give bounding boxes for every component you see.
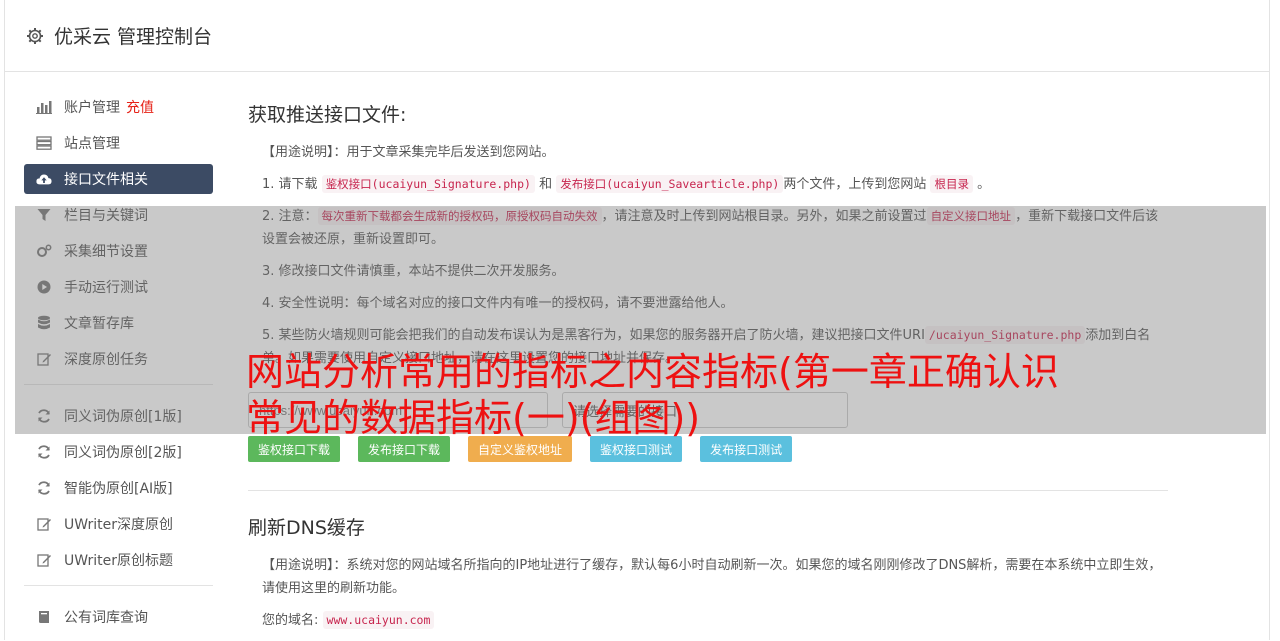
code-savearticle: 发布接口(ucaiyun_Savearticle.php)	[556, 175, 784, 193]
code-signature: 鉴权接口(ucaiyun_Signature.php)	[321, 175, 535, 193]
sidebar-item-label: 接口文件相关	[64, 172, 148, 188]
play-circle-icon	[36, 279, 52, 295]
book-icon	[36, 609, 52, 625]
section-divider	[248, 490, 1168, 491]
text: 5. 某些防火墙规则可能会把我们的自动发布误认为是黑客行为，如果您的服务器开启了…	[262, 328, 925, 343]
instruction-3: 3. 修改接口文件请慎重，本站不提供二次开发服务。	[262, 264, 565, 279]
sidebar-item-label: 采集细节设置	[64, 244, 148, 260]
recharge-link[interactable]: 充值	[126, 97, 154, 117]
database-icon	[36, 315, 52, 331]
gear-icon	[26, 27, 44, 45]
refresh-icon	[36, 480, 52, 496]
sidebar-item-label: UWriter深度原创	[64, 517, 173, 533]
text: ，请注意及时上传到网站根目录。另外，如果之前设置过	[601, 209, 927, 224]
sidebar-item-label: 深度原创任务	[64, 352, 148, 368]
sidebar-item-label: 同义词伪原创[2版]	[64, 445, 182, 461]
domain-value: www.ucaiyun.com	[322, 611, 435, 629]
refresh-icon	[36, 444, 52, 460]
sidebar-item-public-dictionary[interactable]: 公有词库查询	[24, 602, 213, 632]
cogs-icon	[36, 243, 52, 259]
sidebar-item-interface-files[interactable]: 接口文件相关	[24, 164, 213, 194]
sidebar-item-label: 栏目与关键词	[64, 208, 148, 224]
domain-label: 您的域名:	[262, 613, 319, 628]
sidebar-item-label: 同义词伪原创[1版]	[64, 409, 182, 425]
sidebar-item-deep-original[interactable]: 深度原创任务	[24, 344, 213, 374]
text: 1. 请下载	[262, 177, 318, 192]
code-root: 根目录	[930, 175, 973, 193]
cloud-upload-icon	[36, 171, 52, 187]
sidebar-item-label: 公有词库查询	[64, 610, 148, 626]
sidebar-item-manual-run[interactable]: 手动运行测试	[24, 272, 213, 302]
sidebar: 账户管理 充值 站点管理 接口文件相关 栏目与关键词 采集细节设置 手动运行测试	[24, 92, 213, 638]
text: 两个文件，上传到您网站	[783, 177, 927, 192]
sidebar-item-label: 站点管理	[64, 136, 120, 152]
sidebar-item-label: UWriter原创标题	[64, 553, 173, 569]
filter-icon	[36, 207, 52, 223]
instruction-1: 1. 请下载 鉴权接口(ucaiyun_Signature.php) 和 发布接…	[262, 173, 1168, 196]
text: 和	[539, 177, 553, 192]
text: 。	[977, 177, 991, 192]
sidebar-item-uwriter-deep[interactable]: UWriter深度原创	[24, 509, 213, 539]
domain-line: 您的域名: www.ucaiyun.com	[262, 609, 1168, 632]
edit-icon	[36, 516, 52, 532]
sidebar-item-synonym-v1[interactable]: 同义词伪原创[1版]	[24, 401, 213, 431]
sidebar-item-label: 智能伪原创[AI版]	[64, 481, 173, 497]
section-title-dns: 刷新DNS缓存	[248, 517, 365, 539]
edit-icon	[36, 552, 52, 568]
sidebar-item-collect-settings[interactable]: 采集细节设置	[24, 236, 213, 266]
bar-chart-icon	[36, 99, 52, 115]
sidebar-divider	[24, 384, 213, 385]
dns-usage-note: 【用途说明】：系统对您的网站域名所指向的IP地址进行了缓存，默认每6小时自动刷新…	[262, 558, 1162, 596]
instruction-4: 4. 安全性说明：每个域名对应的接口文件内有唯一的授权码，请不要泄露给他人。	[262, 296, 734, 311]
sidebar-item-label: 账户管理	[64, 100, 120, 116]
sidebar-item-synonym-v2[interactable]: 同义词伪原创[2版]	[24, 437, 213, 467]
sidebar-item-article-storage[interactable]: 文章暂存库	[24, 308, 213, 338]
usage-note: 【用途说明】：用于文章采集完毕后发送到您网站。	[262, 145, 555, 160]
sidebar-item-uwriter-title[interactable]: UWriter原创标题	[24, 545, 213, 575]
sidebar-divider	[24, 585, 213, 586]
sidebar-item-columns-keywords[interactable]: 栏目与关键词	[24, 200, 213, 230]
edit-icon	[36, 351, 52, 367]
text: 2. 注意：	[262, 209, 318, 224]
overlay-headline: 网站分析常用的指标之内容指标(第一章正确认识常见的数据指标(一)(组图))	[246, 350, 1059, 440]
code-signature-uri: /ucaiyun_Signature.php	[924, 326, 1086, 344]
refresh-icon	[36, 408, 52, 424]
sidebar-item-ai-rewrite[interactable]: 智能伪原创[AI版]	[24, 473, 213, 503]
sidebar-item-sites[interactable]: 站点管理	[24, 128, 213, 158]
code-warning: 每次重新下载都会生成新的授权码，原授权码自动失效	[317, 207, 602, 225]
code-custom-url: 自定义接口地址	[926, 207, 1016, 225]
page-title: 优采云 管理控制台	[54, 26, 213, 48]
server-icon	[36, 135, 52, 151]
sidebar-item-label: 手动运行测试	[64, 280, 148, 296]
instruction-2: 2. 注意： 每次重新下载都会生成新的授权码，原授权码自动失效 ，请注意及时上传到网…	[262, 205, 1168, 251]
sidebar-item-label: 文章暂存库	[64, 316, 134, 332]
section-title-interface: 获取推送接口文件:	[248, 104, 407, 126]
header-bar: 优采云 管理控制台	[4, 0, 1270, 72]
sidebar-item-account[interactable]: 账户管理 充值	[24, 92, 213, 122]
